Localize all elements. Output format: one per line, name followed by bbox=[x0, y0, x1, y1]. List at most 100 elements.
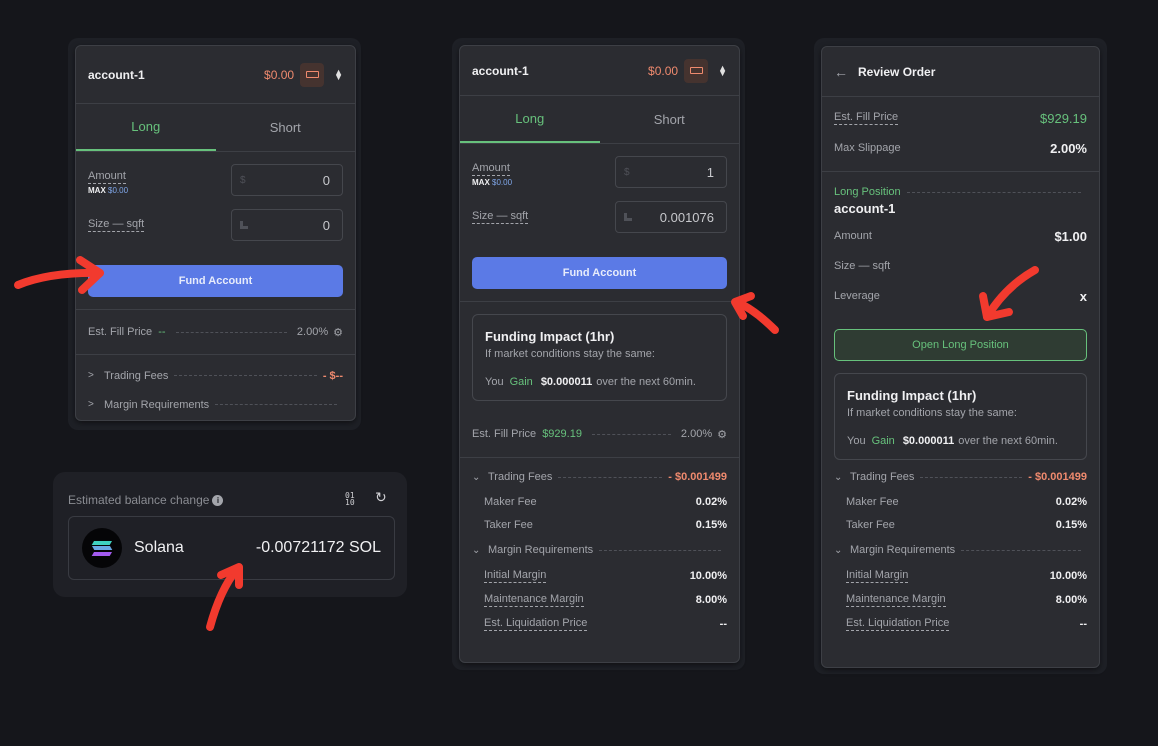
fill-price-value: $929.19 bbox=[542, 428, 582, 440]
account-header: account-1 $0.00 ▲ ▼ bbox=[460, 46, 739, 96]
size-input[interactable]: 0.001076 bbox=[615, 201, 727, 233]
max-amount[interactable]: MAX $0.00 bbox=[472, 178, 512, 187]
trading-fees-toggle[interactable]: > Trading Fees - $-- bbox=[76, 361, 355, 390]
size-label: Size — sqft bbox=[472, 210, 529, 224]
info-icon[interactable]: i bbox=[212, 495, 224, 506]
gear-icon[interactable]: ⚙ bbox=[717, 428, 727, 441]
initial-margin-row: Initial Margin 10.00% bbox=[846, 569, 1087, 583]
tab-long[interactable]: Long bbox=[76, 104, 216, 151]
amount-row: Amount MAX $0.00 $ 0 bbox=[76, 164, 355, 196]
reset-icon[interactable]: ↻ bbox=[375, 489, 387, 506]
amount-input[interactable]: $ 0 bbox=[231, 164, 343, 196]
size-row: Size — sqft 0 bbox=[76, 209, 355, 241]
funding-impact-box: Funding Impact (1hr) If market condition… bbox=[834, 373, 1087, 460]
est-fill-price-row: Est. Fill Price $929.19 2.00% ⚙ bbox=[460, 411, 739, 457]
max-amount[interactable]: MAX $0.00 bbox=[88, 186, 128, 195]
account-header: account-1 $0.00 ▲ ▼ bbox=[76, 46, 355, 104]
fill-price-value: -- bbox=[158, 326, 166, 338]
dollar-icon: $ bbox=[624, 166, 630, 178]
liquidation-price-row: Est. Liquidation Price -- bbox=[846, 617, 1087, 631]
gear-icon[interactable]: ⚙ bbox=[333, 326, 343, 339]
position-account: account-1 bbox=[834, 201, 896, 216]
token-balance-row: Solana -0.00721172 SOL bbox=[68, 516, 395, 580]
tab-short[interactable]: Short bbox=[216, 104, 356, 151]
funding-impact-title: Funding Impact (1hr) bbox=[847, 388, 977, 403]
balance-change-title: Estimated balance change i bbox=[68, 493, 224, 507]
margin-requirements-toggle[interactable]: > Margin Requirements bbox=[76, 390, 355, 419]
funding-impact-line: You Gain $0.000011 over the next 60min. bbox=[847, 435, 1058, 447]
amount-row: Amount $1.00 bbox=[834, 228, 1087, 244]
estimated-balance-card: Estimated balance change i 01 10 ↻ Solana … bbox=[53, 472, 407, 597]
funding-impact-box: Funding Impact (1hr) If market condition… bbox=[472, 314, 727, 401]
review-order-panel: ← Review Order Est. Fill Price $929.19 Ma… bbox=[821, 46, 1100, 668]
funding-impact-subtitle: If market conditions stay the same: bbox=[485, 348, 655, 360]
wallet-button[interactable] bbox=[300, 62, 325, 87]
area-icon bbox=[624, 213, 632, 221]
maintenance-margin-row: Maintenance Margin 8.00% bbox=[484, 593, 727, 607]
wallet-icon bbox=[305, 71, 319, 78]
fund-account-button[interactable]: Fund Account bbox=[472, 257, 727, 289]
side-tabs: Long Short bbox=[76, 104, 355, 152]
amount-label: Amount bbox=[88, 169, 126, 184]
amount-row: Amount MAX $0.00 $ 1 bbox=[460, 156, 739, 188]
side-tabs: Long Short bbox=[460, 96, 739, 144]
trade-panel-empty: account-1 $0.00 ▲ ▼ Long Short Amount MAX… bbox=[75, 45, 356, 421]
chevron-down-icon: ⌄ bbox=[834, 471, 843, 483]
est-fill-price-row: Est. Fill Price -- 2.00% ⚙ bbox=[76, 310, 355, 354]
chevron-down-icon: ⌄ bbox=[834, 544, 843, 556]
trading-fees-toggle[interactable]: ⌄ Trading Fees - $0.001499 bbox=[822, 464, 1099, 490]
account-switch-icon[interactable]: ▲ ▼ bbox=[718, 63, 727, 77]
trading-fees-toggle[interactable]: ⌄ Trading Fees - $0.001499 bbox=[460, 464, 739, 490]
trade-panel-filled: account-1 $0.00 ▲ ▼ Long Short Amount MAX… bbox=[459, 45, 740, 663]
trading-fees-value: - $-- bbox=[322, 369, 343, 382]
long-position-label: Long Position bbox=[822, 185, 1099, 199]
slippage-value: 2.00% bbox=[680, 428, 713, 440]
solana-logo-icon bbox=[82, 528, 122, 568]
funding-impact-title: Funding Impact (1hr) bbox=[485, 329, 615, 344]
chevron-down-icon: ⌄ bbox=[472, 471, 481, 483]
size-input[interactable]: 0 bbox=[231, 209, 343, 241]
liquidation-price-row: Est. Liquidation Price -- bbox=[484, 617, 727, 631]
tab-short[interactable]: Short bbox=[600, 96, 740, 143]
amount-input[interactable]: $ 1 bbox=[615, 156, 727, 188]
wallet-icon bbox=[689, 67, 703, 74]
account-balance: $0.00 bbox=[264, 67, 295, 82]
maintenance-margin-row: Maintenance Margin 8.00% bbox=[846, 593, 1087, 607]
size-row: Size — sqft bbox=[834, 260, 891, 272]
leverage-row: Leverage x bbox=[834, 288, 1087, 304]
chevron-right-icon: > bbox=[88, 399, 94, 410]
size-label: Size — sqft bbox=[88, 218, 145, 232]
account-name[interactable]: account-1 bbox=[88, 68, 264, 82]
review-title: Review Order bbox=[858, 64, 936, 79]
fill-price-label: Est. Fill Price bbox=[88, 326, 153, 338]
funding-impact-line: You Gain $0.000011 over the next 60min. bbox=[485, 376, 696, 388]
fill-price-label: Est. Fill Price bbox=[472, 428, 537, 440]
tab-long[interactable]: Long bbox=[460, 96, 600, 143]
initial-margin-row: Initial Margin 10.00% bbox=[484, 569, 727, 583]
size-row: Size — sqft 0.001076 bbox=[460, 201, 739, 233]
fund-account-button[interactable]: Fund Account bbox=[88, 265, 343, 297]
account-name[interactable]: account-1 bbox=[472, 64, 648, 78]
back-arrow-icon[interactable]: ← bbox=[834, 64, 848, 80]
account-switch-icon[interactable]: ▲ ▼ bbox=[334, 67, 343, 81]
taker-fee-row: Taker Fee 0.15% bbox=[484, 518, 727, 531]
max-slippage-row: Max Slippage 2.00% bbox=[834, 140, 1087, 156]
review-header: ← Review Order bbox=[822, 47, 1099, 97]
maker-fee-row: Maker Fee 0.02% bbox=[846, 495, 1087, 508]
trading-fees-value: - $0.001499 bbox=[1028, 471, 1087, 483]
margin-requirements-toggle[interactable]: ⌄ Margin Requirements bbox=[822, 536, 1099, 564]
margin-requirements-toggle[interactable]: ⌄ Margin Requirements bbox=[460, 536, 739, 564]
area-icon bbox=[240, 221, 248, 229]
fill-price-row: Est. Fill Price $929.19 bbox=[834, 110, 1087, 126]
maker-fee-row: Maker Fee 0.02% bbox=[484, 495, 727, 508]
chevron-right-icon: > bbox=[88, 370, 94, 381]
taker-fee-row: Taker Fee 0.15% bbox=[846, 518, 1087, 531]
balance-change-amount: -0.00721172 SOL bbox=[255, 539, 381, 556]
chevron-down-icon: ⌄ bbox=[472, 544, 481, 556]
token-name: Solana bbox=[134, 539, 184, 556]
funding-impact-subtitle: If market conditions stay the same: bbox=[847, 407, 1017, 419]
open-long-position-button[interactable]: Open Long Position bbox=[834, 329, 1087, 361]
wallet-button[interactable] bbox=[684, 58, 709, 83]
account-balance: $0.00 bbox=[648, 63, 679, 78]
binary-icon[interactable]: 01 10 bbox=[345, 492, 355, 507]
